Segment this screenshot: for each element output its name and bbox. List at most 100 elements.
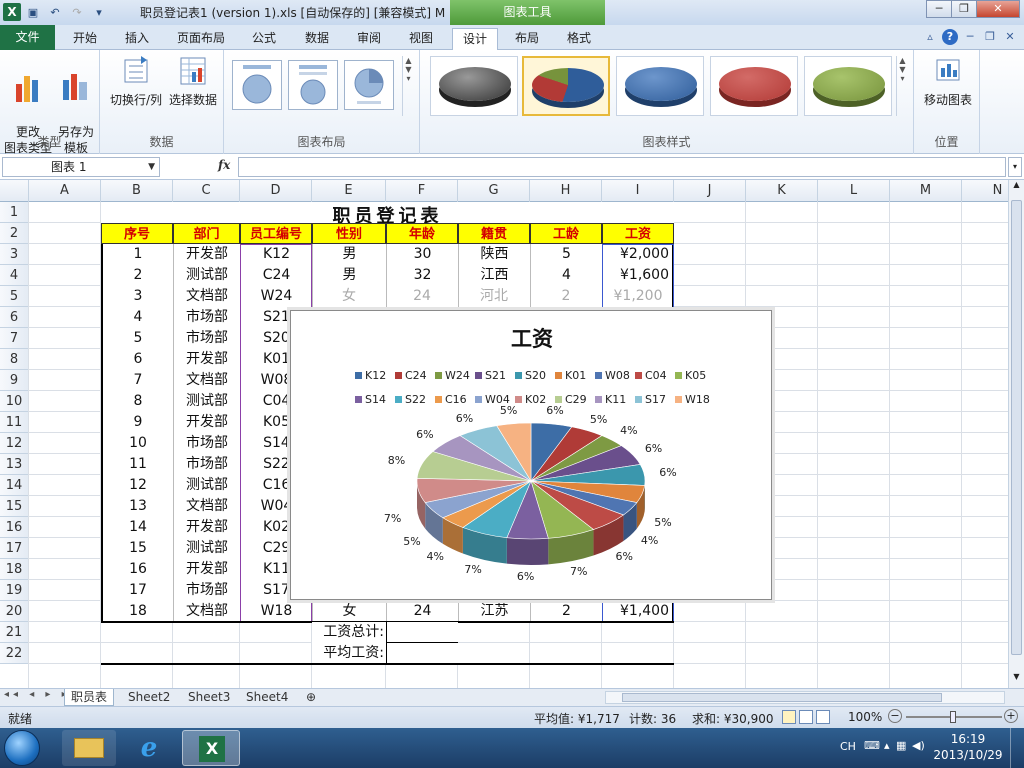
normal-view-icon[interactable] bbox=[782, 710, 796, 724]
row-header[interactable]: 4 bbox=[0, 265, 29, 286]
scroll-up-icon[interactable]: ▲ bbox=[1011, 180, 1022, 194]
formula-input[interactable] bbox=[238, 157, 1006, 177]
chart-style-1[interactable] bbox=[430, 56, 518, 116]
horizontal-scrollbar[interactable] bbox=[605, 691, 1005, 704]
sheet-tab-2[interactable]: Sheet2 bbox=[122, 689, 176, 706]
row-header[interactable]: 11 bbox=[0, 412, 29, 433]
table-cell[interactable]: 9 bbox=[101, 412, 173, 433]
clock-date[interactable]: 2013/10/29 bbox=[932, 748, 1004, 762]
layouts-more-button[interactable]: ▲ ▼ ▾ bbox=[402, 56, 414, 116]
table-cell[interactable]: 测试部 bbox=[173, 475, 240, 496]
table-cell[interactable]: 开发部 bbox=[173, 412, 240, 433]
table-cell[interactable]: 女 bbox=[312, 601, 386, 622]
pie-slice-side-S14[interactable] bbox=[506, 537, 549, 565]
insert-sheet-icon[interactable]: ⊕ bbox=[300, 689, 322, 706]
row-header[interactable]: 12 bbox=[0, 433, 29, 454]
table-cell[interactable]: 24 bbox=[386, 601, 458, 622]
summary-value[interactable] bbox=[386, 622, 458, 643]
vertical-scroll-thumb[interactable] bbox=[1011, 200, 1022, 655]
table-cell[interactable]: 3 bbox=[101, 286, 173, 307]
clock-time[interactable]: 16:19 bbox=[938, 732, 998, 746]
pie-data-label[interactable]: 5% bbox=[500, 404, 517, 417]
row-header[interactable]: 22 bbox=[0, 643, 29, 664]
pie-plot-area[interactable] bbox=[291, 311, 773, 601]
row-header[interactable]: 16 bbox=[0, 517, 29, 538]
pie-data-label[interactable]: 6% bbox=[546, 404, 563, 417]
row-header[interactable]: 15 bbox=[0, 496, 29, 517]
table-cell[interactable]: 30 bbox=[386, 244, 458, 265]
column-header[interactable]: E bbox=[312, 180, 386, 202]
table-cell[interactable]: 5 bbox=[101, 328, 173, 349]
taskbar-excel-button[interactable]: X bbox=[182, 730, 240, 766]
chart-layout-2[interactable] bbox=[288, 60, 338, 110]
table-cell[interactable]: 10 bbox=[101, 433, 173, 454]
pie-data-label[interactable]: 6% bbox=[615, 550, 632, 563]
tab-layout[interactable]: 布局 bbox=[510, 28, 544, 50]
doc-minimize-icon[interactable]: ─ bbox=[962, 29, 978, 45]
show-desktop-button[interactable] bbox=[1010, 728, 1024, 768]
table-header-cell[interactable]: 工龄 bbox=[530, 223, 602, 244]
table-cell[interactable]: 13 bbox=[101, 496, 173, 517]
row-header[interactable]: 20 bbox=[0, 601, 29, 622]
flag-icon[interactable]: ▴ bbox=[884, 739, 890, 752]
table-header-cell[interactable]: 部门 bbox=[173, 223, 240, 244]
tab-file[interactable]: 文件 bbox=[0, 25, 55, 50]
column-header[interactable]: G bbox=[458, 180, 530, 202]
tab-view[interactable]: 视图 bbox=[404, 28, 438, 50]
row-header[interactable]: 3 bbox=[0, 244, 29, 265]
switch-row-column-button[interactable]: 切换行/列 bbox=[108, 54, 164, 108]
sheet-title[interactable]: 职员登记表 bbox=[101, 202, 674, 223]
pie-data-label[interactable]: 7% bbox=[384, 512, 401, 525]
pie-data-label[interactable]: 4% bbox=[620, 424, 637, 437]
table-header-cell[interactable]: 工资 bbox=[602, 223, 674, 244]
row-header[interactable]: 14 bbox=[0, 475, 29, 496]
minimize-button[interactable]: ─ bbox=[926, 0, 952, 18]
horizontal-scroll-thumb[interactable] bbox=[622, 693, 942, 702]
table-cell[interactable]: 开发部 bbox=[173, 349, 240, 370]
pie-data-label[interactable]: 6% bbox=[416, 428, 433, 441]
table-cell[interactable]: 文档部 bbox=[173, 286, 240, 307]
pie-data-label[interactable]: 4% bbox=[641, 534, 658, 547]
table-cell[interactable]: 12 bbox=[101, 475, 173, 496]
table-cell[interactable]: 测试部 bbox=[173, 538, 240, 559]
table-cell[interactable]: 江西 bbox=[458, 265, 530, 286]
page-layout-view-icon[interactable] bbox=[799, 710, 813, 724]
taskbar-explorer-button[interactable] bbox=[62, 730, 116, 766]
table-cell[interactable]: 男 bbox=[312, 244, 386, 265]
start-button-icon[interactable] bbox=[4, 730, 40, 766]
doc-close-icon[interactable]: ✕ bbox=[1002, 29, 1018, 45]
pie-data-label[interactable]: 6% bbox=[517, 570, 534, 583]
tab-review[interactable]: 审阅 bbox=[352, 28, 386, 50]
table-cell[interactable]: 陕西 bbox=[458, 244, 530, 265]
zoom-out-icon[interactable]: − bbox=[888, 709, 902, 723]
column-header[interactable]: N bbox=[962, 180, 1008, 202]
styles-more-button[interactable]: ▲ ▼ ▾ bbox=[896, 56, 908, 116]
input-language[interactable]: CH bbox=[840, 740, 856, 753]
table-cell[interactable]: 4 bbox=[530, 265, 602, 286]
pie-data-label[interactable]: 5% bbox=[654, 516, 671, 529]
table-cell[interactable]: 2 bbox=[101, 265, 173, 286]
row-header[interactable]: 10 bbox=[0, 391, 29, 412]
tab-insert[interactable]: 插入 bbox=[120, 28, 154, 50]
scroll-down-icon[interactable]: ▼ bbox=[1011, 672, 1022, 686]
redo-icon[interactable]: ↷ bbox=[67, 3, 87, 21]
table-cell[interactable]: 市场部 bbox=[173, 433, 240, 454]
column-header[interactable]: K bbox=[746, 180, 818, 202]
pie-data-label[interactable]: 6% bbox=[645, 442, 662, 455]
move-chart-button[interactable]: 移动图表 bbox=[918, 54, 978, 108]
row-header[interactable]: 18 bbox=[0, 559, 29, 580]
table-cell[interactable]: 测试部 bbox=[173, 265, 240, 286]
chevron-down-icon[interactable]: ▼ bbox=[148, 158, 155, 176]
table-cell[interactable]: 开发部 bbox=[173, 244, 240, 265]
table-cell[interactable]: 市场部 bbox=[173, 307, 240, 328]
keyboard-icon[interactable]: ⌨ bbox=[864, 739, 880, 752]
tab-page-layout[interactable]: 页面布局 bbox=[172, 28, 230, 50]
zoom-slider-handle[interactable] bbox=[950, 711, 956, 723]
zoom-in-icon[interactable]: + bbox=[1004, 709, 1018, 723]
chart-style-3[interactable] bbox=[616, 56, 704, 116]
table-cell[interactable]: 男 bbox=[312, 265, 386, 286]
tab-design[interactable]: 设计 bbox=[452, 28, 498, 51]
table-cell[interactable]: 5 bbox=[530, 244, 602, 265]
row-header[interactable]: 7 bbox=[0, 328, 29, 349]
table-header-cell[interactable]: 序号 bbox=[101, 223, 173, 244]
